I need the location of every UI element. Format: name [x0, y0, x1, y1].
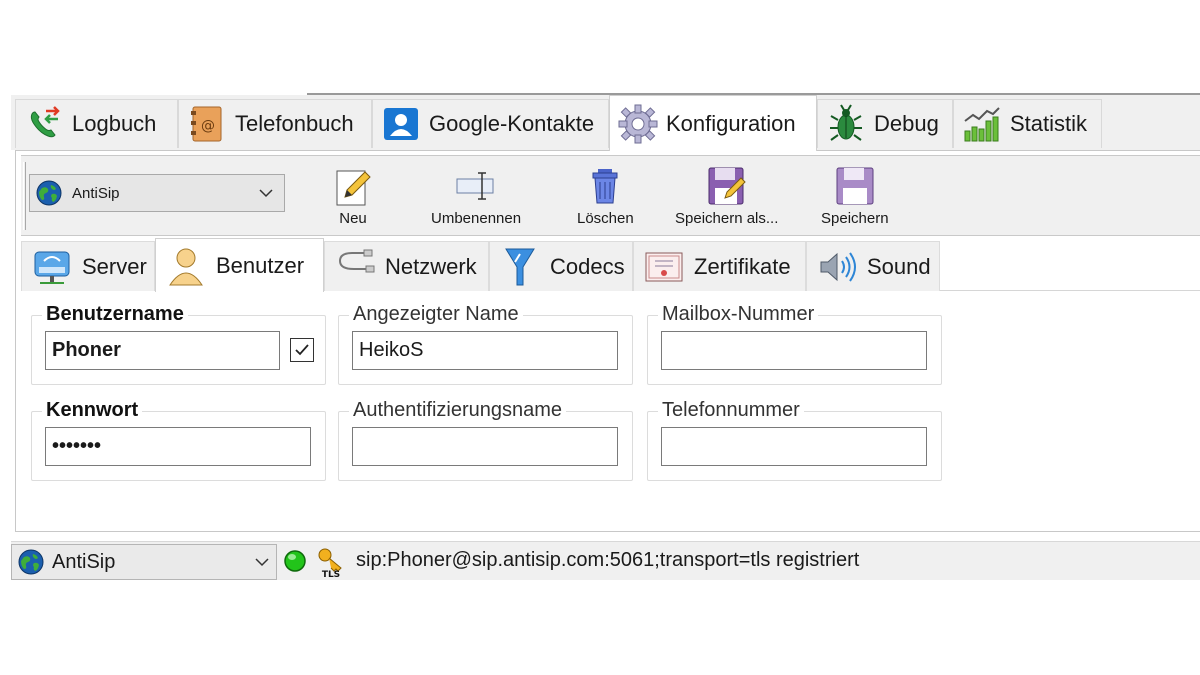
- tab-label: Benutzer: [216, 252, 305, 278]
- username-label: Benutzername: [42, 303, 188, 326]
- tab-netzwerk[interactable]: Netzwerk: [324, 241, 489, 291]
- save-button-label: Speichern: [821, 210, 889, 227]
- username-checkbox[interactable]: [290, 338, 314, 362]
- delete-button-label: Löschen: [577, 210, 634, 227]
- status-account-dropdown[interactable]: AntiSip: [11, 544, 277, 580]
- toolbar: AntiSip Neu Umbenennen Löschen Speichern…: [21, 155, 1200, 236]
- delete-button[interactable]: Löschen: [577, 164, 634, 230]
- tab-label: Telefonbuch: [235, 111, 354, 136]
- new-button[interactable]: Neu: [331, 164, 375, 230]
- tab-label: Google-Kontakte: [429, 111, 595, 136]
- speaker-icon: [815, 245, 859, 289]
- statistics-icon: [960, 104, 1004, 144]
- tab-label: Server: [82, 253, 147, 279]
- chevron-down-icon: [255, 558, 269, 567]
- rename-button-label: Umbenennen: [431, 210, 522, 227]
- rename-icon: [454, 164, 498, 208]
- new-edit-icon: [331, 164, 375, 208]
- save-as-button[interactable]: Speichern als...: [675, 164, 778, 230]
- globe-icon: [36, 180, 62, 206]
- tab-google-kontakte[interactable]: Google-Kontakte: [372, 99, 609, 148]
- tab-label: Netzwerk: [385, 253, 477, 279]
- tab-label: Konfiguration: [666, 110, 796, 136]
- tab-statistik[interactable]: Statistik: [953, 99, 1102, 148]
- display-name-field[interactable]: HeikoS: [352, 331, 618, 370]
- tab-label: Zertifikate: [694, 253, 791, 279]
- mailbox-label: Mailbox-Nummer: [658, 303, 819, 326]
- svg-text:@: @: [201, 118, 215, 134]
- tab-codecs[interactable]: Codecs: [489, 241, 633, 291]
- save-button[interactable]: Speichern: [821, 164, 889, 230]
- tab-label: Codecs: [550, 253, 625, 279]
- account-dropdown[interactable]: AntiSip: [29, 174, 285, 212]
- address-book-icon: @: [185, 104, 229, 144]
- tab-server[interactable]: Server: [21, 241, 155, 291]
- username-field[interactable]: Phoner: [45, 331, 280, 370]
- registration-status-icon: [284, 550, 306, 572]
- globe-icon: [18, 549, 44, 575]
- contacts-icon: [379, 104, 423, 144]
- tab-telefonbuch[interactable]: @ Telefonbuch: [178, 99, 372, 148]
- rename-button[interactable]: Umbenennen: [431, 164, 521, 230]
- network-icon: [333, 245, 377, 289]
- phone-log-icon: [22, 104, 66, 144]
- tab-sound[interactable]: Sound: [806, 241, 940, 291]
- user-icon: [164, 244, 208, 288]
- tls-badge-text: TLS: [322, 570, 340, 578]
- chevron-down-icon: [259, 189, 273, 198]
- tab-zertifikate[interactable]: Zertifikate: [633, 241, 806, 291]
- status-account-value: AntiSip: [52, 550, 116, 573]
- tab-debug[interactable]: Debug: [817, 99, 953, 148]
- tab-label: Statistik: [1010, 111, 1088, 136]
- mailbox-field[interactable]: [661, 331, 927, 370]
- account-dropdown-value: AntiSip: [72, 184, 120, 202]
- save-as-button-label: Speichern als...: [675, 210, 779, 227]
- gear-icon: [616, 104, 660, 144]
- new-button-label: Neu: [339, 210, 367, 227]
- display-name-label: Angezeigter Name: [349, 303, 523, 326]
- password-field[interactable]: •••••••: [45, 427, 311, 466]
- tab-label: Debug: [874, 111, 939, 136]
- phone-number-label: Telefonnummer: [658, 399, 804, 422]
- checkmark-icon: [295, 344, 309, 356]
- main-tab-bar: Logbuch @ Telefonbuch Google-Kontakte Ko…: [11, 95, 1200, 151]
- sub-tab-bar: Server Benutzer Netzwerk Codecs Zertifik…: [21, 238, 1200, 292]
- tab-label: Sound: [867, 253, 931, 279]
- save-icon: [833, 164, 877, 208]
- status-bar: AntiSip TLS sip:Phoner@sip.antisip.com:5…: [11, 541, 1200, 580]
- tab-konfiguration[interactable]: Konfiguration: [609, 95, 817, 151]
- password-label: Kennwort: [42, 399, 143, 422]
- save-as-icon: [705, 164, 749, 208]
- tls-key-icon: TLS: [318, 548, 342, 578]
- auth-name-label: Authentifizierungsname: [349, 399, 567, 422]
- tab-label: Logbuch: [72, 111, 157, 136]
- phone-number-field[interactable]: [661, 427, 927, 466]
- toolbar-grip[interactable]: [23, 162, 26, 230]
- auth-name-field[interactable]: [352, 427, 618, 466]
- bug-icon: [824, 104, 868, 144]
- tab-benutzer[interactable]: Benutzer: [155, 238, 324, 292]
- codecs-icon: [498, 245, 542, 289]
- tab-logbuch[interactable]: Logbuch: [15, 99, 178, 148]
- trash-icon: [583, 164, 627, 208]
- server-icon: [30, 245, 74, 289]
- registration-status-text: sip:Phoner@sip.antisip.com:5061;transpor…: [356, 549, 860, 571]
- certificate-icon: [642, 245, 686, 289]
